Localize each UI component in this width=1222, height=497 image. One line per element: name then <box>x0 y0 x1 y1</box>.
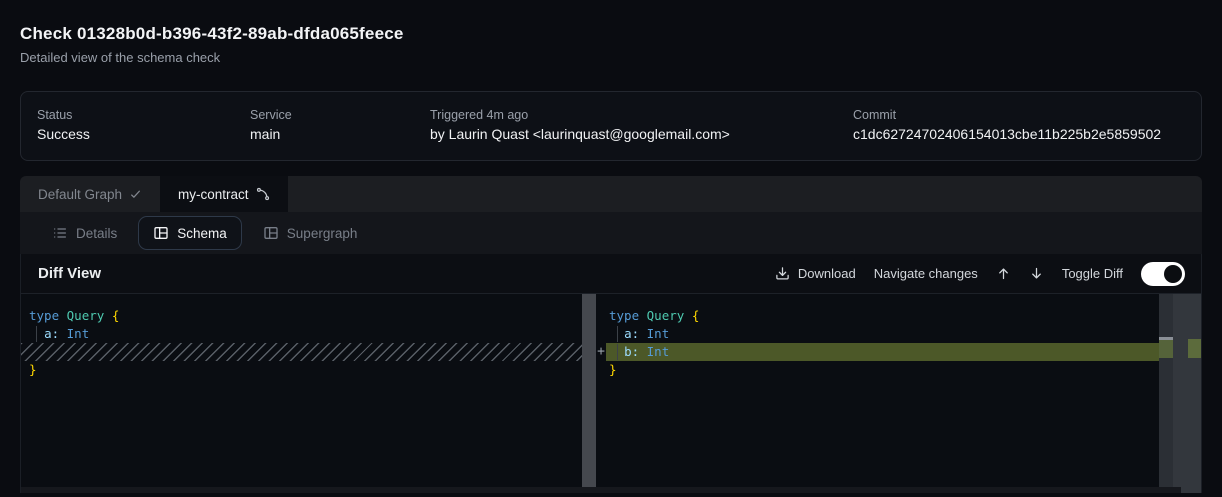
page-header: Check 01328b0d-b396-43f2-89ab-dfda065fee… <box>20 0 1202 65</box>
page-title: Check 01328b0d-b396-43f2-89ab-dfda065fee… <box>20 24 1202 44</box>
subtab-schema[interactable]: Schema <box>138 216 242 250</box>
diff-view-title: Diff View <box>38 265 101 282</box>
list-icon <box>52 225 68 241</box>
left-pane-scrollbar[interactable] <box>582 294 596 493</box>
tab-my-contract[interactable]: my-contract <box>160 176 288 212</box>
code-line: a: Int <box>21 325 582 343</box>
arrow-up-icon[interactable] <box>996 266 1011 281</box>
download-label: Download <box>798 266 856 281</box>
diff-controls: Download Navigate changes Toggle Diff <box>775 262 1185 286</box>
code-line: } <box>21 361 582 379</box>
diff-pane-after[interactable]: type Query { a: Int b: Int} <box>606 294 1159 493</box>
triggered-value: by Laurin Quast <laurinquast@googlemail.… <box>430 126 853 142</box>
columns-icon <box>153 225 169 241</box>
download-icon <box>775 266 790 281</box>
code-line: } <box>606 361 1159 379</box>
page-subtitle: Detailed view of the schema check <box>20 50 1202 65</box>
scrollbar-added-mark <box>1159 340 1173 358</box>
subtab-supergraph[interactable]: Supergraph <box>248 216 373 250</box>
meta-commit: Commit c1dc62724702406154013cbe11b225b2e… <box>853 107 1185 160</box>
meta-service: Service main <box>250 107 430 160</box>
tab-default-graph-label: Default Graph <box>38 187 122 202</box>
check-meta-card: Status Success Service main Triggered 4m… <box>20 91 1202 161</box>
diff-header: Diff View Download Navigate changes <box>21 254 1201 294</box>
toggle-diff-label: Toggle Diff <box>1062 266 1123 281</box>
service-value: main <box>250 126 430 142</box>
switch-knob <box>1164 265 1182 283</box>
triggered-label: Triggered 4m ago <box>430 107 853 123</box>
status-value: Success <box>37 126 250 142</box>
navigate-changes-label: Navigate changes <box>874 266 978 281</box>
status-label: Status <box>37 107 250 123</box>
page: Check 01328b0d-b396-43f2-89ab-dfda065fee… <box>0 0 1222 493</box>
commit-label: Commit <box>853 107 1185 123</box>
arrow-down-icon[interactable] <box>1029 266 1044 281</box>
tab-my-contract-label: my-contract <box>178 187 249 202</box>
download-button[interactable]: Download <box>775 266 856 281</box>
tab-default-graph[interactable]: Default Graph <box>20 176 160 212</box>
view-subtabs: Details Schema Supergraph <box>20 212 1202 254</box>
graph-tabstrip: Default Graph my-contract <box>20 176 1202 212</box>
subtab-details-label: Details <box>76 226 117 241</box>
spline-icon <box>256 187 270 201</box>
code-line-placeholder <box>21 343 582 361</box>
minimap-added-mark <box>1188 339 1201 358</box>
commit-value: c1dc62724702406154013cbe11b225b2e5859502 <box>853 126 1185 142</box>
service-label: Service <box>250 107 430 123</box>
diff-pane-before[interactable]: type Query { a: Int} <box>21 294 582 493</box>
check-icon <box>129 188 142 201</box>
meta-triggered: Triggered 4m ago by Laurin Quast <laurin… <box>430 107 853 160</box>
columns-icon <box>263 225 279 241</box>
meta-status: Status Success <box>37 107 250 160</box>
diff-section: Diff View Download Navigate changes <box>20 254 1202 493</box>
diff-gutter <box>596 294 606 493</box>
right-pane-scrollbar[interactable] <box>1159 294 1173 493</box>
code-line: type Query { <box>21 307 582 325</box>
subtab-schema-label: Schema <box>177 226 227 241</box>
horizontal-scrollbar[interactable] <box>21 487 1181 493</box>
subtab-supergraph-label: Supergraph <box>287 226 358 241</box>
minimap[interactable] <box>1173 294 1201 493</box>
subtab-details[interactable]: Details <box>37 216 132 250</box>
navigate-changes-button[interactable]: Navigate changes <box>874 266 978 281</box>
code-line: a: Int <box>606 325 1159 343</box>
toggle-diff-switch[interactable] <box>1141 262 1185 286</box>
code-line: type Query { <box>606 307 1159 325</box>
schema-diff-editor: type Query { a: Int} + type Query { a: I… <box>21 294 1201 493</box>
code-line-added: b: Int <box>606 343 1159 361</box>
